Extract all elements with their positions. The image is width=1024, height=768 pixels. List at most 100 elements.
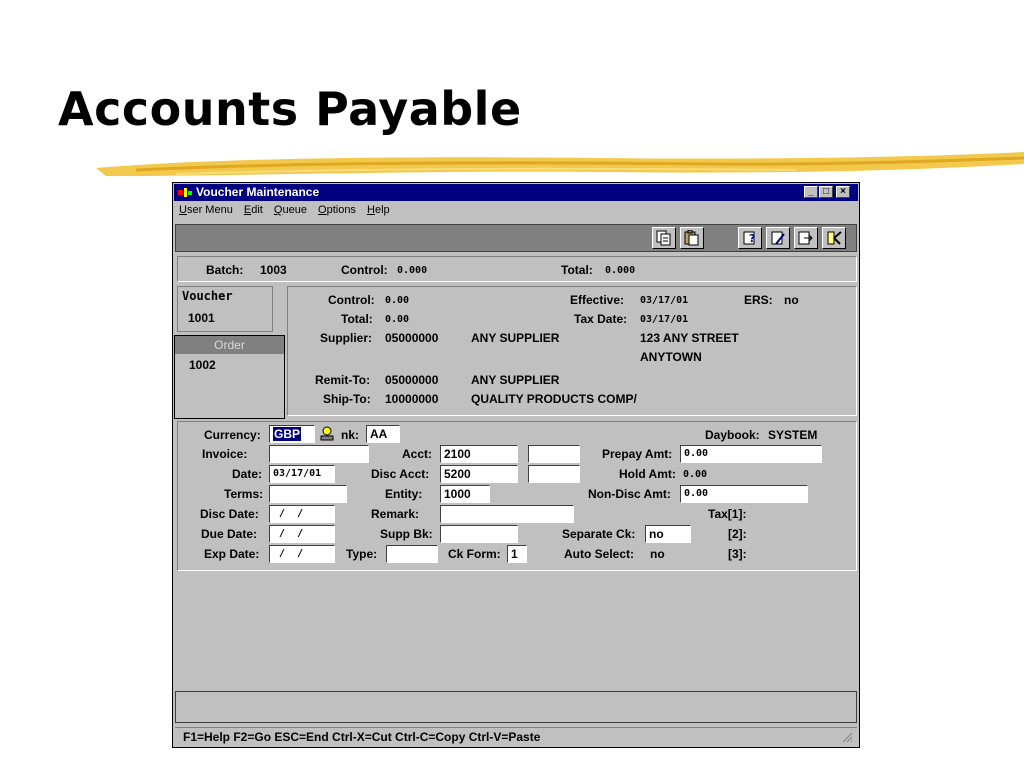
resize-grip-icon[interactable] xyxy=(841,731,853,743)
detail-panel: Currency: GBP nk: AA Daybook: SYSTEM Inv… xyxy=(177,421,857,571)
status-bar: F1=Help F2=Go ESC=End Ctrl-X=Cut Ctrl-C=… xyxy=(175,727,857,745)
effective-label: Effective: xyxy=(570,293,625,307)
remark-field[interactable] xyxy=(440,505,574,523)
tax3-label: [3]: xyxy=(728,547,747,561)
currency-field[interactable]: GBP xyxy=(269,425,315,443)
ck-form-label: Ck Form: xyxy=(448,547,501,561)
invoice-field[interactable] xyxy=(269,445,369,463)
exp-date-label: Exp Date: xyxy=(204,547,260,561)
supp-bk-label: Supp Bk: xyxy=(380,527,433,541)
voucher-group: Voucher 1001 xyxy=(177,286,273,332)
supplier-address-line2: ANYTOWN xyxy=(640,350,702,364)
currency-label: Currency: xyxy=(204,428,261,442)
entity-label: Entity: xyxy=(385,487,423,501)
edit-query-button[interactable] xyxy=(766,227,790,249)
daybook-value: SYSTEM xyxy=(768,428,818,442)
paste-icon xyxy=(684,230,699,246)
supplier-code: 05000000 xyxy=(385,331,439,345)
tax-date-label: Tax Date: xyxy=(574,312,628,326)
auto-select-label: Auto Select: xyxy=(564,547,635,561)
total-value: 0.00 xyxy=(385,314,410,325)
ck-form-field[interactable]: 1 xyxy=(507,545,527,563)
tax1-label: Tax[1]: xyxy=(708,507,747,521)
title-bar[interactable]: Voucher Maintenance _ □ × xyxy=(174,184,858,201)
order-number[interactable]: 1002 xyxy=(189,358,216,372)
hold-amt-value: 0.00 xyxy=(683,469,708,480)
invoice-label: Invoice: xyxy=(202,447,248,461)
type-label: Type: xyxy=(346,547,378,561)
lookup-icon[interactable] xyxy=(318,425,336,443)
bank-field[interactable]: AA xyxy=(366,425,400,443)
prepay-amt-label: Prepay Amt: xyxy=(602,447,673,461)
type-field[interactable] xyxy=(386,545,438,563)
acct-sub-field[interactable] xyxy=(528,445,580,463)
date-field[interactable]: 03/17/01 xyxy=(269,465,335,483)
disc-acct-field[interactable]: 5200 xyxy=(440,465,518,483)
header-total-label: Total: xyxy=(561,263,593,277)
slide-title: Accounts Payable xyxy=(58,82,522,136)
acct-field[interactable]: 2100 xyxy=(440,445,518,463)
export-button[interactable] xyxy=(794,227,818,249)
entity-field[interactable]: 1000 xyxy=(440,485,490,503)
due-date-field[interactable]: / / xyxy=(269,525,335,543)
app-icon xyxy=(178,188,192,197)
control-value: 0.00 xyxy=(385,295,410,306)
brush-stroke-underline xyxy=(96,152,1024,176)
hold-amt-label: Hold Amt: xyxy=(619,467,676,481)
batch-label: Batch: xyxy=(206,263,244,277)
exp-date-field[interactable]: / / xyxy=(269,545,335,563)
remit-to-label: Remit-To: xyxy=(315,373,371,387)
menu-help[interactable]: Help xyxy=(367,204,390,216)
daybook-label: Daybook: xyxy=(705,428,760,442)
supp-bk-field[interactable] xyxy=(440,525,518,543)
message-area xyxy=(175,691,857,723)
minimize-button[interactable]: _ xyxy=(804,186,818,198)
help-query-icon: ? xyxy=(743,231,755,245)
voucher-maintenance-window: Voucher Maintenance _ □ × User Menu Edit… xyxy=(172,182,860,748)
close-button[interactable]: × xyxy=(836,186,850,198)
tax2-label: [2]: xyxy=(728,527,747,541)
header-control-label: Control: xyxy=(341,263,388,277)
menu-queue[interactable]: Queue xyxy=(274,204,307,216)
header-total-value: 0.000 xyxy=(605,265,636,276)
voucher-number[interactable]: 1001 xyxy=(188,311,215,325)
menu-bar: User Menu Edit Queue Options Help xyxy=(175,204,394,222)
svg-text:?: ? xyxy=(749,232,755,245)
help-query-button[interactable]: ? xyxy=(738,227,762,249)
disc-date-label: Disc Date: xyxy=(200,507,259,521)
separate-ck-field[interactable]: no xyxy=(645,525,691,543)
menu-edit[interactable]: Edit xyxy=(244,204,263,216)
ers-value: no xyxy=(784,293,799,307)
tax-date-value: 03/17/01 xyxy=(640,314,689,325)
menu-user-menu[interactable]: User Menu xyxy=(179,204,233,216)
voucher-group-label: Voucher xyxy=(182,289,233,303)
voucher-info-panel: Control: 0.00 Effective: 03/17/01 ERS: n… xyxy=(287,286,857,416)
batch-value: 1003 xyxy=(260,263,287,277)
menu-options[interactable]: Options xyxy=(318,204,356,216)
exit-button[interactable] xyxy=(822,227,846,249)
header-control-value: 0.000 xyxy=(397,265,428,276)
ship-to-label: Ship-To: xyxy=(323,392,371,406)
copy-button[interactable] xyxy=(652,227,676,249)
acct-label: Acct: xyxy=(402,447,433,461)
prepay-amt-field[interactable]: 0.00 xyxy=(680,445,822,463)
non-disc-amt-field[interactable]: 0.00 xyxy=(680,485,808,503)
disc-date-field[interactable]: / / xyxy=(269,505,335,523)
remit-to-name: ANY SUPPLIER xyxy=(471,373,560,387)
ship-to-name: QUALITY PRODUCTS COMP/ xyxy=(471,392,637,406)
copy-icon xyxy=(656,230,671,246)
non-disc-amt-label: Non-Disc Amt: xyxy=(588,487,671,501)
due-date-label: Due Date: xyxy=(201,527,258,541)
paste-button[interactable] xyxy=(680,227,704,249)
terms-field[interactable] xyxy=(269,485,347,503)
exit-icon xyxy=(827,231,842,245)
disc-acct-sub-field[interactable] xyxy=(528,465,580,483)
window-title: Voucher Maintenance xyxy=(196,185,320,199)
separate-ck-label: Separate Ck: xyxy=(562,527,636,541)
edit-query-icon xyxy=(771,231,785,245)
ship-to-code: 10000000 xyxy=(385,392,439,406)
date-label: Date: xyxy=(232,467,263,481)
supplier-address-line1: 123 ANY STREET xyxy=(640,331,739,345)
remark-label: Remark: xyxy=(371,507,420,521)
maximize-button[interactable]: □ xyxy=(819,186,833,198)
